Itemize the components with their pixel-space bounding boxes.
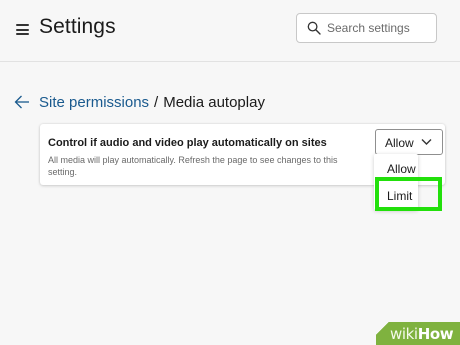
- page-title: Settings: [39, 15, 116, 38]
- setting-description: All media will play automatically. Refre…: [48, 155, 338, 177]
- chevron-down-icon: [421, 139, 432, 145]
- hamburger-menu-icon[interactable]: [16, 24, 29, 35]
- watermark-wiki: wiki: [390, 325, 418, 343]
- breadcrumb: Site permissions / Media autoplay: [14, 91, 265, 113]
- search-box[interactable]: [296, 13, 437, 43]
- search-input[interactable]: [327, 16, 433, 40]
- autoplay-select[interactable]: Allow: [375, 129, 443, 155]
- watermark-logo: wikiHow: [390, 325, 454, 343]
- wikihow-watermark: wikiHow: [376, 322, 460, 345]
- header-bar: Settings: [0, 0, 460, 62]
- autoplay-options-dropdown: Allow Limit: [374, 154, 418, 210]
- autoplay-select-value: Allow: [385, 136, 414, 150]
- setting-title: Control if audio and video play automati…: [48, 137, 327, 149]
- option-limit[interactable]: Limit: [374, 182, 418, 209]
- back-arrow-icon[interactable]: [14, 95, 30, 109]
- breadcrumb-current-page: Media autoplay: [163, 93, 265, 111]
- breadcrumb-link-site-permissions[interactable]: Site permissions: [39, 94, 149, 111]
- option-limit-label: Limit: [387, 189, 413, 203]
- breadcrumb-separator: /: [154, 93, 159, 111]
- search-icon: [307, 21, 321, 35]
- watermark-how: How: [417, 325, 454, 343]
- option-allow-label: Allow: [387, 162, 416, 176]
- option-allow[interactable]: Allow: [374, 155, 418, 182]
